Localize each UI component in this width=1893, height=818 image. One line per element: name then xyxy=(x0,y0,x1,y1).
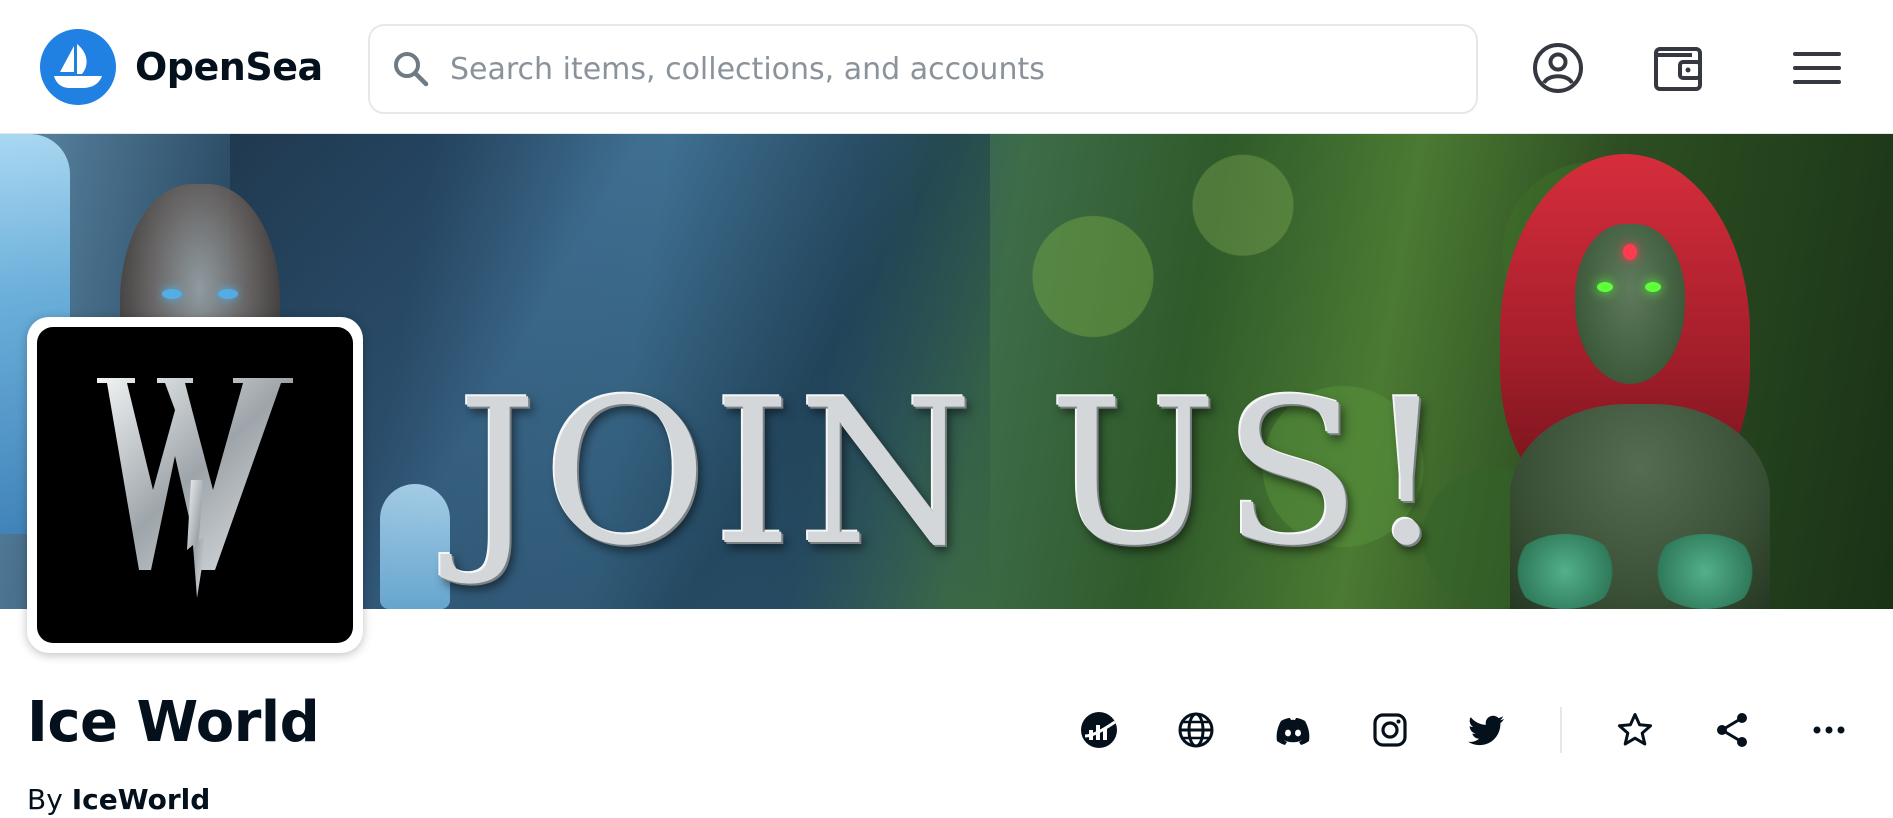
opensea-logo-link[interactable]: OpenSea xyxy=(40,29,323,105)
wallet-button[interactable] xyxy=(1647,37,1709,99)
banner-ice-hand xyxy=(380,484,450,609)
twitter-link-button[interactable] xyxy=(1463,706,1511,754)
activity-button[interactable] xyxy=(1075,706,1123,754)
activity-chart-icon xyxy=(1081,712,1117,748)
collection-title: Ice World xyxy=(27,690,320,755)
twitter-icon xyxy=(1468,715,1504,746)
actions-divider xyxy=(1560,707,1562,753)
opensea-sailboat-icon xyxy=(40,29,116,105)
share-button[interactable] xyxy=(1708,706,1756,754)
favorite-star-icon xyxy=(1617,713,1653,746)
favorite-button[interactable] xyxy=(1611,706,1659,754)
wallet-icon xyxy=(1654,47,1702,91)
collection-avatar[interactable] xyxy=(27,317,363,653)
creator-link[interactable]: IceWorld xyxy=(72,783,211,816)
banner-headline: JOIN US! xyxy=(457,357,1453,590)
search-bar xyxy=(368,24,1478,114)
collection-actions xyxy=(1075,706,1853,754)
creator-byline: By IceWorld xyxy=(27,782,210,818)
brand-name: OpenSea xyxy=(135,45,323,89)
collection-logo xyxy=(37,327,353,643)
website-link-button[interactable] xyxy=(1172,706,1220,754)
more-options-button[interactable] xyxy=(1805,706,1853,754)
discord-link-button[interactable] xyxy=(1269,706,1317,754)
top-navigation-bar: OpenSea xyxy=(0,0,1893,134)
account-button[interactable] xyxy=(1527,37,1589,99)
by-label: By xyxy=(27,783,63,816)
main-menu-button[interactable] xyxy=(1786,37,1848,99)
instagram-icon xyxy=(1373,713,1407,747)
website-globe-icon xyxy=(1178,712,1214,748)
share-icon xyxy=(1717,713,1747,747)
account-icon xyxy=(1533,43,1583,93)
banner-forest-witch-figure xyxy=(1470,154,1800,609)
search-icon xyxy=(394,52,429,87)
search-input[interactable] xyxy=(450,26,1476,112)
discord-icon xyxy=(1276,718,1310,745)
instagram-link-button[interactable] xyxy=(1366,706,1414,754)
more-options-icon xyxy=(1813,726,1845,734)
menu-icon xyxy=(1793,52,1841,84)
